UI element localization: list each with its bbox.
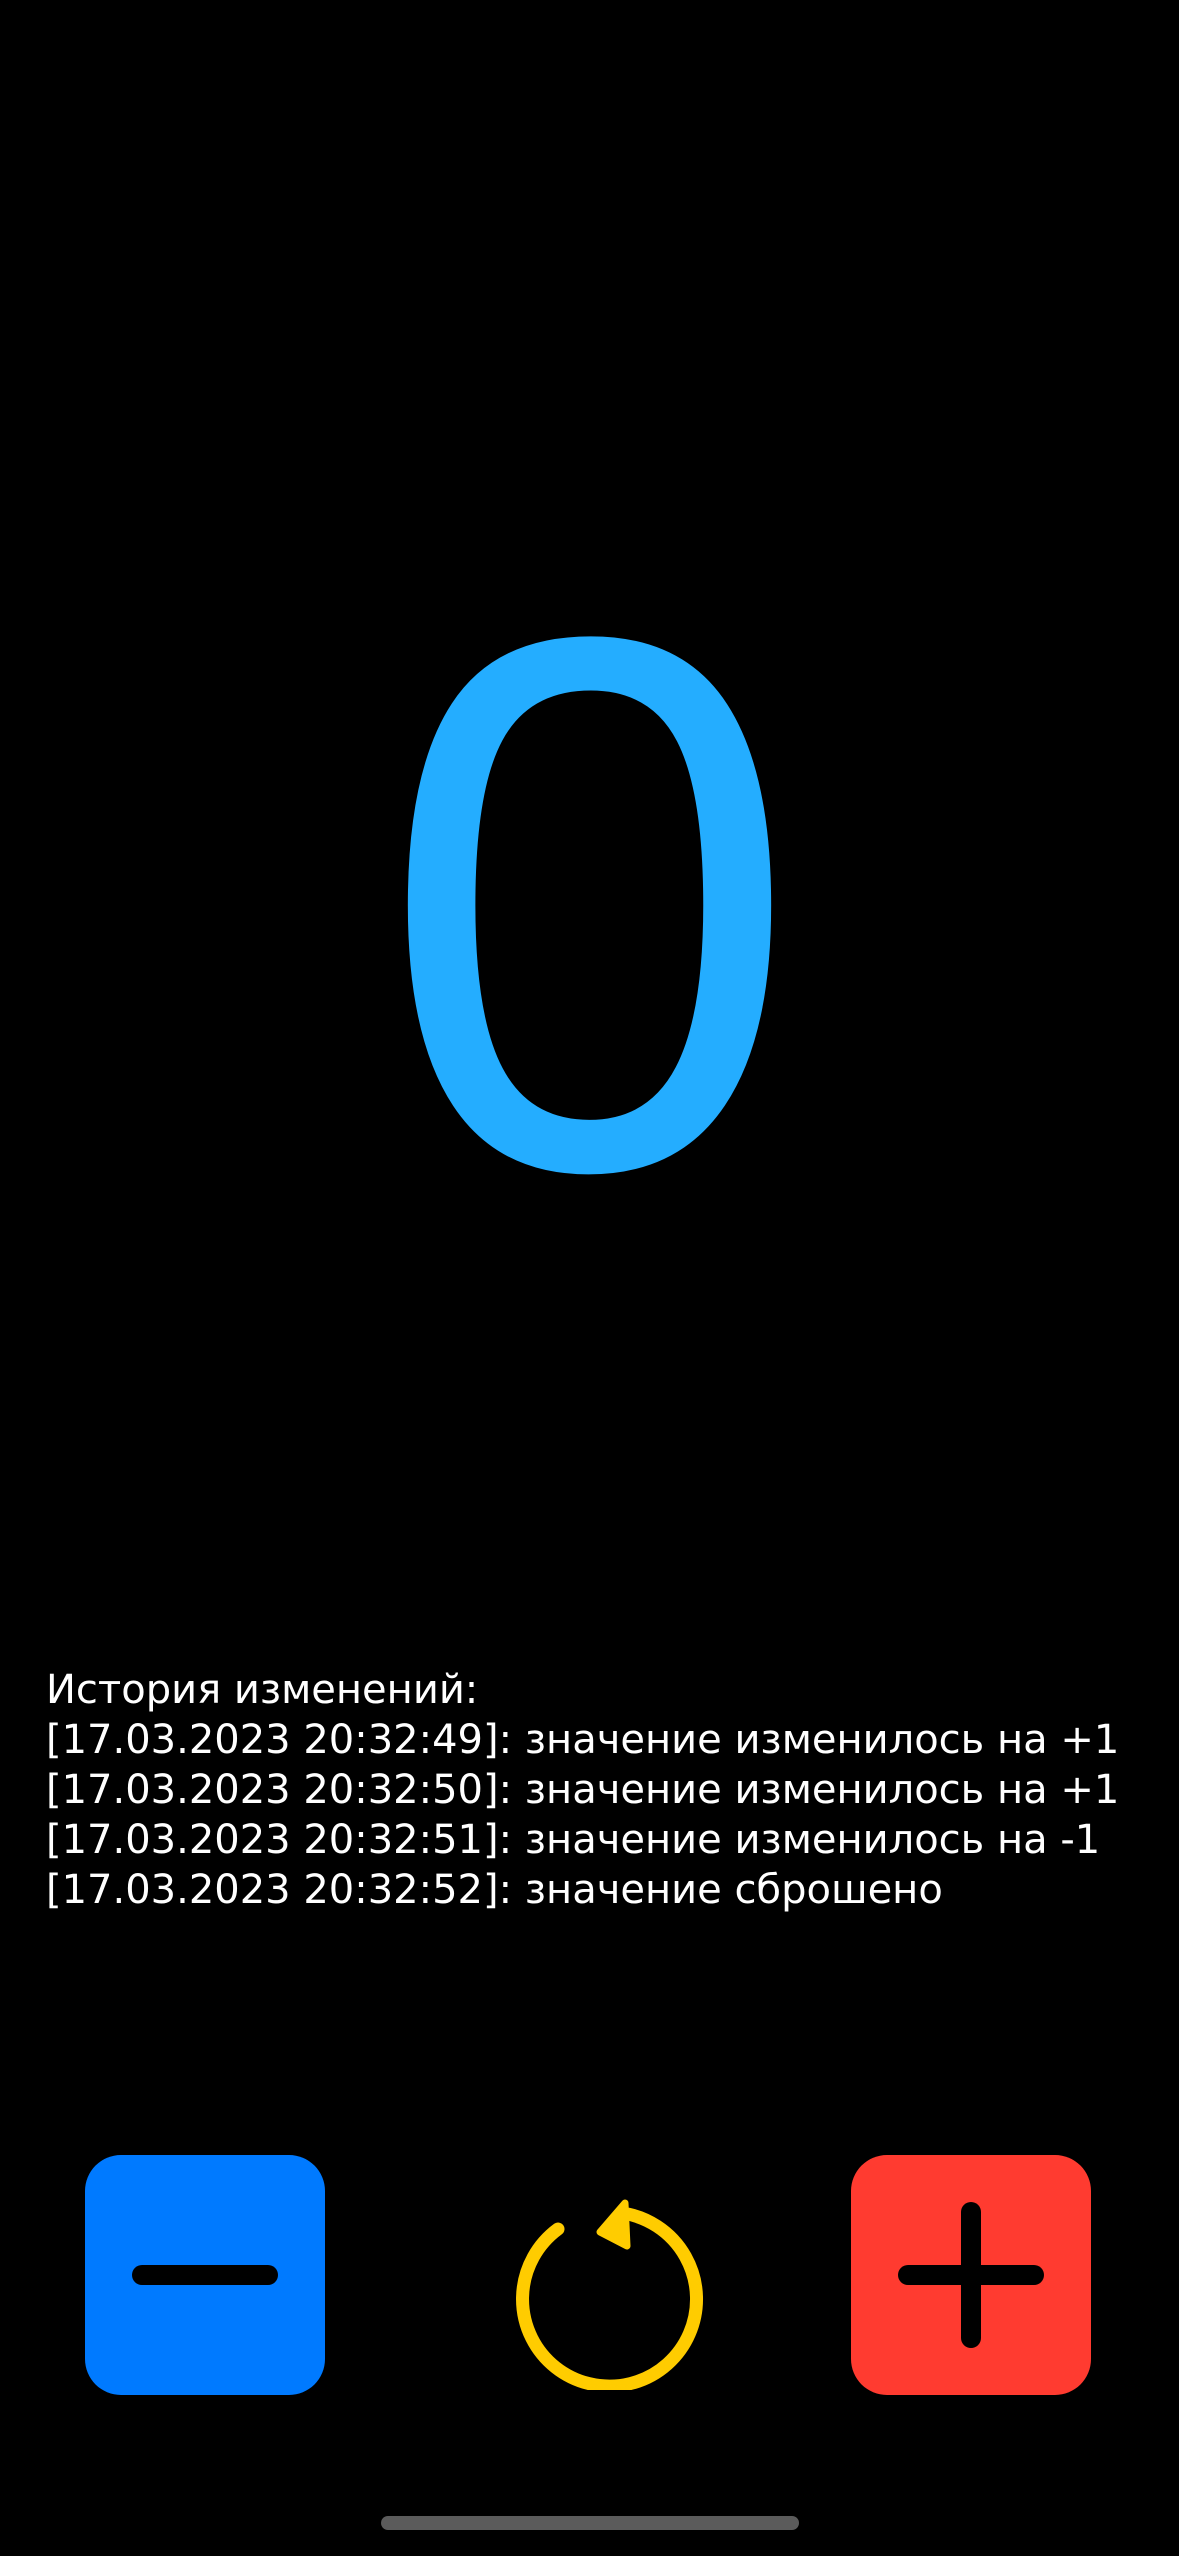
home-indicator[interactable]: [381, 2516, 799, 2530]
reset-arrow-icon: [516, 2199, 704, 2390]
history-title: История изменений:: [46, 1667, 479, 1713]
plus-icon: [898, 2202, 1044, 2348]
history-entry: [17.03.2023 20:32:49]: значение изменило…: [46, 1717, 1120, 1763]
counter-value: 0: [378, 480, 801, 1329]
decrement-button[interactable]: [85, 2155, 325, 2395]
history-entry: [17.03.2023 20:32:51]: значение изменило…: [46, 1817, 1101, 1863]
history-log: История изменений: [17.03.2023 20:32:49]…: [46, 1665, 1146, 1915]
increment-button[interactable]: [851, 2155, 1091, 2395]
history-entry: [17.03.2023 20:32:50]: значение изменило…: [46, 1767, 1120, 1813]
minus-icon: [132, 2265, 278, 2285]
history-entry: [17.03.2023 20:32:52]: значение сброшено: [46, 1867, 943, 1913]
reset-button[interactable]: [470, 2150, 710, 2390]
